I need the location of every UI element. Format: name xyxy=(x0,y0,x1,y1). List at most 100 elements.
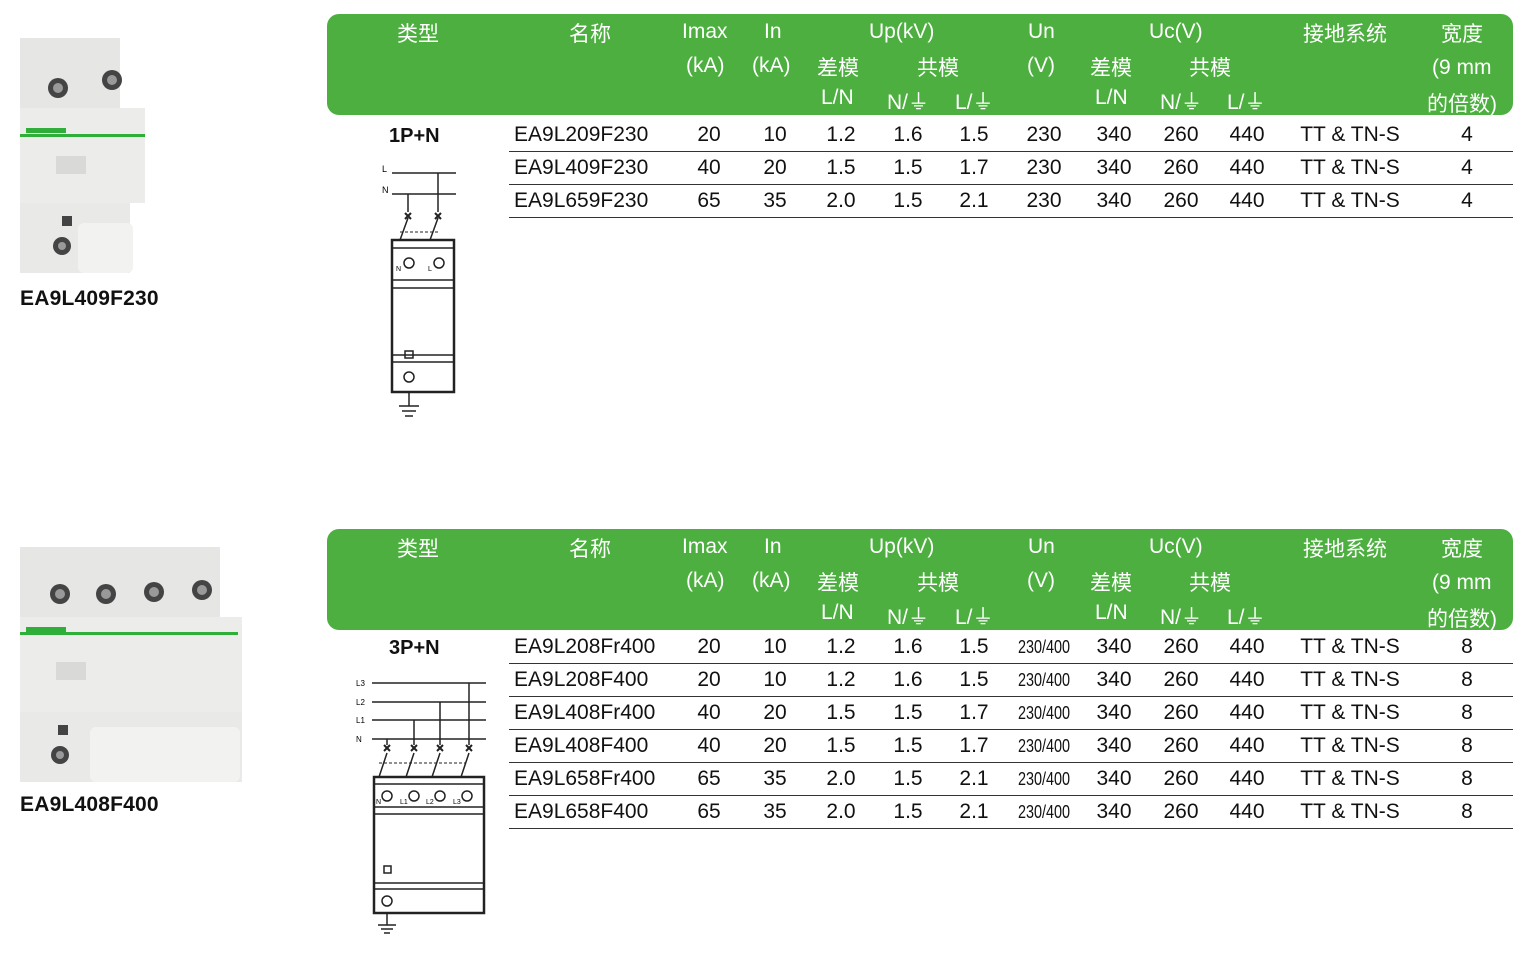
wiring-label-n: N xyxy=(356,735,362,744)
cell-name: EA9L208F400 xyxy=(514,668,649,691)
cell-uc-le: 440 xyxy=(1229,123,1265,146)
table-row: EA9L658Fr400 65 35 2.0 1.5 2.1 230/400 3… xyxy=(509,763,1513,796)
table-row: EA9L408F400 40 20 1.5 1.5 1.7 230/400 34… xyxy=(509,730,1513,763)
header-imax: Imax xyxy=(682,535,728,558)
cell-in: 35 xyxy=(763,767,787,790)
header-name: 名称 xyxy=(569,23,611,46)
header-up-n-earth: N/⏚ xyxy=(887,606,929,629)
table-row: EA9L658F400 65 35 2.0 1.5 2.1 230/400 34… xyxy=(509,796,1513,829)
header-un-unit: (V) xyxy=(1027,54,1055,77)
cell-imax: 20 xyxy=(697,668,721,691)
cell-width: 8 xyxy=(1461,635,1473,658)
cell-up-ln: 1.2 xyxy=(826,635,856,658)
cell-up-ln: 1.5 xyxy=(826,701,856,724)
cell-up-le: 2.1 xyxy=(959,767,989,790)
module-label-n: N xyxy=(396,266,401,273)
header-type: 类型 xyxy=(397,538,439,561)
cell-up-ln: 1.5 xyxy=(826,156,856,179)
cell-earthing: TT & TN-S xyxy=(1300,734,1400,757)
cell-up-ne: 1.5 xyxy=(893,701,923,724)
cell-uc-ln: 340 xyxy=(1096,123,1132,146)
cell-up-ln: 2.0 xyxy=(826,800,856,823)
cell-uc-ne: 260 xyxy=(1163,123,1199,146)
table-row: EA9L409F230 40 20 1.5 1.5 1.7 230 340 26… xyxy=(509,152,1513,185)
table-row: EA9L208Fr400 20 10 1.2 1.6 1.5 230/400 3… xyxy=(509,631,1513,664)
header-imax: Imax xyxy=(682,20,728,43)
cell-uc-ne: 260 xyxy=(1163,668,1199,691)
cell-un: 230/400 xyxy=(1017,736,1071,756)
cell-uc-ln: 340 xyxy=(1096,668,1132,691)
cell-name: EA9L209F230 xyxy=(514,123,649,146)
cell-width: 8 xyxy=(1461,701,1473,724)
wiring-diagram-3p-n: L3 L2 L1 N N L1 L2 L3 xyxy=(356,679,486,934)
cell-up-ne: 1.6 xyxy=(893,123,923,146)
cell-up-ln: 1.2 xyxy=(826,123,856,146)
header-up-common-mode: 共模 xyxy=(917,57,959,80)
cell-width: 4 xyxy=(1461,156,1473,179)
header-uc-common-mode: 共模 xyxy=(1189,57,1231,80)
module-label-l: L xyxy=(428,266,432,273)
cell-un: 230 xyxy=(1026,189,1062,212)
cell-un: 230/400 xyxy=(1017,670,1071,690)
cell-name: EA9L408Fr400 xyxy=(514,701,656,724)
header-width-sub1: (9 mm xyxy=(1432,56,1492,79)
header-width-sub1: (9 mm xyxy=(1432,571,1492,594)
header-up-common-mode: 共模 xyxy=(917,572,959,595)
header-up-l-earth: L/⏚ xyxy=(955,606,994,629)
cell-uc-le: 440 xyxy=(1229,701,1265,724)
cell-un: 230/400 xyxy=(1017,703,1071,723)
cell-un: 230 xyxy=(1026,123,1062,146)
cell-in: 20 xyxy=(763,156,787,179)
cell-name: EA9L659F230 xyxy=(514,189,649,212)
cell-earthing: TT & TN-S xyxy=(1300,701,1400,724)
cell-up-ln: 2.0 xyxy=(826,189,856,212)
header-earthing: 接地系统 xyxy=(1303,538,1387,561)
header-uc-l-earth: L/⏚ xyxy=(1227,606,1266,629)
header-uc: Uc(V) xyxy=(1149,20,1203,43)
cell-imax: 40 xyxy=(697,701,721,724)
cell-up-ne: 1.5 xyxy=(893,189,923,212)
cell-uc-ne: 260 xyxy=(1163,189,1199,212)
cell-uc-ne: 260 xyxy=(1163,701,1199,724)
cell-up-ne: 1.6 xyxy=(893,668,923,691)
cell-up-ne: 1.5 xyxy=(893,767,923,790)
cell-imax: 65 xyxy=(697,189,721,212)
cell-up-ne: 1.5 xyxy=(893,734,923,757)
product-code-caption: EA9L409F230 xyxy=(20,287,159,310)
cell-imax: 40 xyxy=(697,156,721,179)
header-uc-n-earth: N/⏚ xyxy=(1160,91,1202,114)
section-1p-n: EA9L409F230 类型 名称 Imax (kA) In (kA) Up(k… xyxy=(0,0,1524,470)
cell-up-ln: 1.2 xyxy=(826,668,856,691)
header-up: Up(kV) xyxy=(869,20,935,43)
cell-uc-ne: 260 xyxy=(1163,635,1199,658)
header-up-ln: L/N xyxy=(821,601,854,624)
header-up: Up(kV) xyxy=(869,535,935,558)
header-width-sub2: 的倍数) xyxy=(1427,93,1497,116)
cell-in: 20 xyxy=(763,734,787,757)
header-in: In xyxy=(764,535,782,558)
product-code-caption: EA9L408F400 xyxy=(20,793,159,816)
header-up-diff-mode: 差模 xyxy=(817,57,859,80)
module-label-l2: L2 xyxy=(426,799,434,806)
header-in-unit: (kA) xyxy=(752,569,791,592)
cell-in: 10 xyxy=(763,635,787,658)
cell-in: 10 xyxy=(763,668,787,691)
cell-width: 8 xyxy=(1461,734,1473,757)
cell-up-ln: 2.0 xyxy=(826,767,856,790)
cell-uc-le: 440 xyxy=(1229,156,1265,179)
cell-earthing: TT & TN-S xyxy=(1300,189,1400,212)
header-up-n-earth: N/⏚ xyxy=(887,91,929,114)
header-uc-n-earth: N/⏚ xyxy=(1160,606,1202,629)
cell-imax: 20 xyxy=(697,635,721,658)
header-up-diff-mode: 差模 xyxy=(817,572,859,595)
header-name: 名称 xyxy=(569,538,611,561)
cell-up-le: 1.5 xyxy=(959,668,989,691)
header-up-ln: L/N xyxy=(821,86,854,109)
header-uc-diff-mode: 差模 xyxy=(1090,57,1132,80)
cell-name: EA9L408F400 xyxy=(514,734,649,757)
cell-uc-le: 440 xyxy=(1229,800,1265,823)
header-uc-ln: L/N xyxy=(1095,601,1128,624)
wiring-label-l2: L2 xyxy=(356,698,365,707)
cell-imax: 40 xyxy=(697,734,721,757)
cell-un: 230/400 xyxy=(1017,637,1071,657)
